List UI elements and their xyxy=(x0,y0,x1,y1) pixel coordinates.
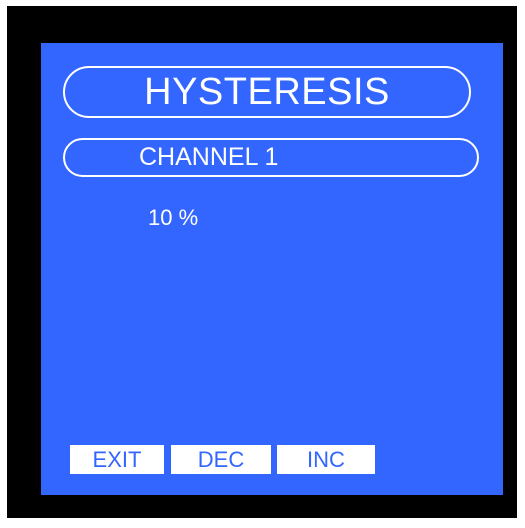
increase-button[interactable]: INC xyxy=(277,445,375,474)
lcd-screen: HYSTERESIS CHANNEL 1 10 % EXIT DEC INC xyxy=(41,43,503,495)
channel-label-text: CHANNEL 1 xyxy=(139,143,279,171)
channel-label: CHANNEL 1 xyxy=(63,138,479,177)
page-title: HYSTERESIS xyxy=(63,66,471,118)
page-title-text: HYSTERESIS xyxy=(144,70,390,113)
decrease-button[interactable]: DEC xyxy=(171,445,271,474)
exit-button[interactable]: EXIT xyxy=(70,445,164,474)
hysteresis-value: 10 % xyxy=(148,205,199,230)
device-bezel: HYSTERESIS CHANNEL 1 10 % EXIT DEC INC xyxy=(7,6,517,518)
